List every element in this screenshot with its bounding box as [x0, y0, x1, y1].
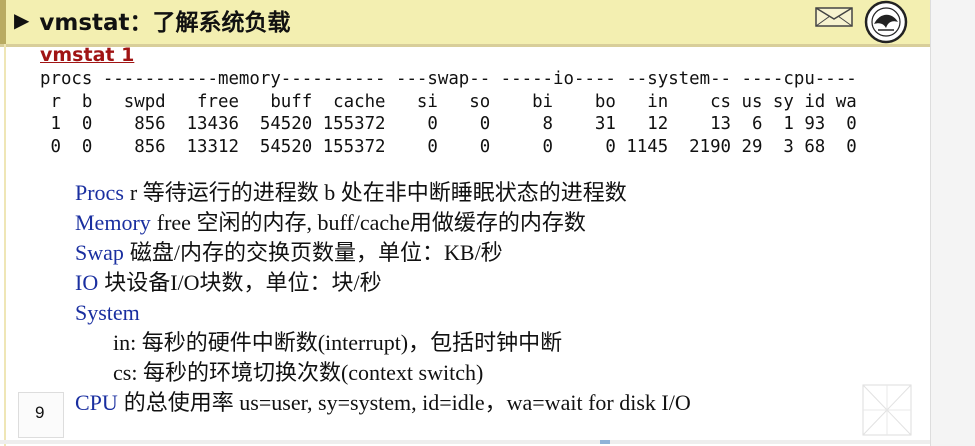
title-bar-accent [0, 0, 6, 44]
note-keyword: CPU [75, 390, 118, 415]
note-keyword: IO [75, 270, 99, 295]
note-text: free 空闲的内存, buff/cache用做缓存的内存数 [156, 210, 586, 235]
university-seal-icon [864, 0, 908, 44]
note-cpu: CPU 的总使用率 us=user, sy=system, id=idle，wa=… [75, 388, 691, 418]
vmstat-header-row: r b swpd free buff cache si so bi bo in … [40, 91, 857, 112]
vmstat-output: procs -----------memory---------- ---swa… [40, 68, 857, 159]
note-text: in: 每秒的硬件中断数(interrupt)，包括时钟中断 [113, 330, 563, 355]
vmstat-group-row: procs -----------memory---------- ---swa… [40, 69, 857, 89]
note-text: 块设备I/O块数，单位：块/秒 [104, 270, 382, 295]
slide-title-text: vmstat：了解系统负载 [39, 10, 291, 36]
slide-title: ▶ vmstat：了解系统负载 [14, 4, 291, 36]
slide: ▶ vmstat：了解系统负载 vmstat 1 procs ---------… [0, 0, 930, 446]
note-text: r 等待运行的进程数 b 处在非中断睡眠状态的进程数 [129, 180, 627, 205]
note-keyword: System [75, 300, 140, 325]
page-number: 9 [35, 403, 45, 422]
note-io: IO 块设备I/O块数，单位：块/秒 [75, 268, 691, 298]
note-text: 的总使用率 us=user, sy=system, id=idle，wa=wai… [123, 390, 691, 415]
note-system-cs: cs: 每秒的环境切换次数(context switch) [75, 358, 691, 388]
note-keyword: Memory [75, 210, 151, 235]
note-procs: Procs r 等待运行的进程数 b 处在非中断睡眠状态的进程数 [75, 178, 691, 208]
play-triangle-icon: ▶ [14, 8, 30, 32]
note-keyword: Swap [75, 240, 124, 265]
note-swap: Swap 磁盘/内存的交换页数量，单位：KB/秒 [75, 238, 691, 268]
command-heading: vmstat 1 [40, 44, 135, 66]
note-system-in: in: 每秒的硬件中断数(interrupt)，包括时钟中断 [75, 328, 691, 358]
left-margin-rule [4, 44, 6, 446]
note-text: 磁盘/内存的交换页数量，单位：KB/秒 [129, 240, 503, 265]
corner-grid-decoration [862, 384, 912, 436]
note-text: cs: 每秒的环境切换次数(context switch) [113, 360, 484, 385]
note-keyword: Procs [75, 180, 124, 205]
field-explanations: Procs r 等待运行的进程数 b 处在非中断睡眠状态的进程数 Memory fr… [75, 178, 691, 418]
vmstat-data-row: 1 0 856 13436 54520 155372 0 0 8 31 12 1… [40, 114, 857, 135]
vmstat-data-row: 0 0 856 13312 54520 155372 0 0 0 0 1145 … [40, 137, 857, 158]
note-memory: Memory free 空闲的内存, buff/cache用做缓存的内存数 [75, 208, 691, 238]
footer-rule [0, 440, 930, 444]
side-panel-strip [930, 0, 975, 446]
title-bar: ▶ vmstat：了解系统负载 [0, 0, 930, 47]
envelope-icon[interactable] [815, 6, 853, 28]
note-system: System [75, 298, 691, 328]
